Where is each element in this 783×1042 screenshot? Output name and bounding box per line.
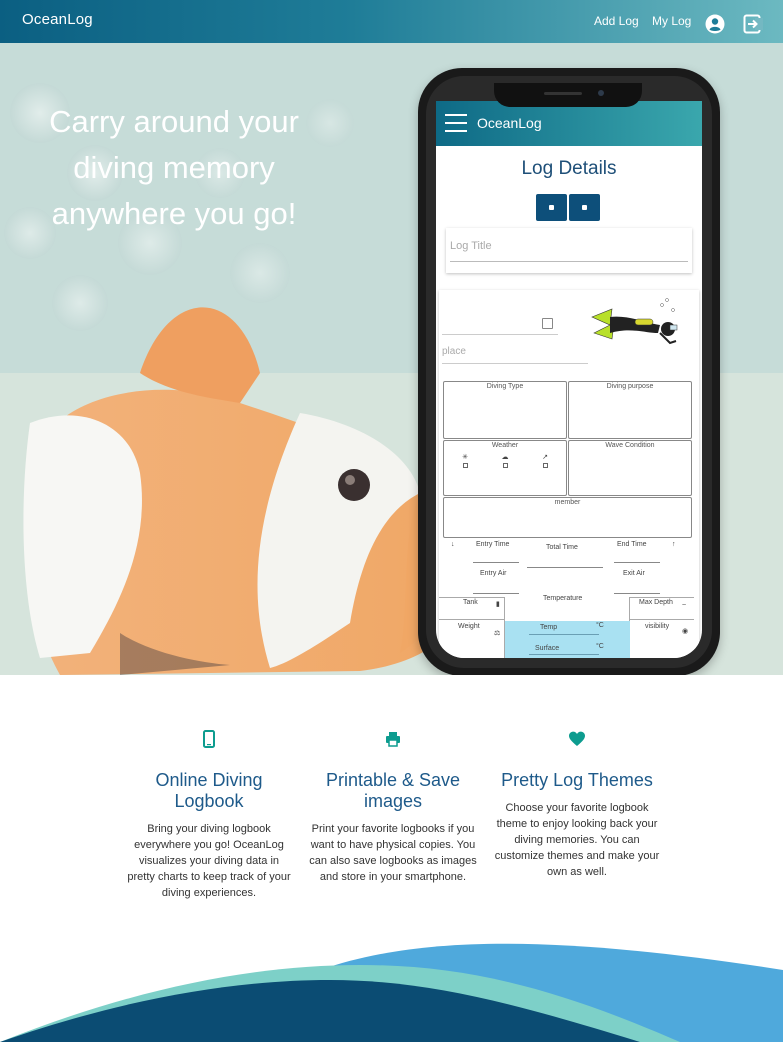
phone-notch	[494, 83, 642, 107]
temp-label: Temp	[540, 624, 558, 631]
brand-logo[interactable]: OceanLog	[22, 11, 93, 28]
arrow-up-icon: ↑	[672, 541, 676, 548]
phone-mockup: OceanLog Log Details Log Title place Div…	[418, 68, 720, 675]
edit-button[interactable]	[536, 194, 567, 221]
app-bar: OceanLog	[436, 101, 702, 146]
total-time-label: Total Time	[546, 544, 578, 551]
phone-speaker	[544, 92, 582, 95]
entry-time-label: Entry Time	[476, 541, 510, 548]
feature-description: Bring your diving logbook everywhere you…	[127, 823, 291, 899]
tank-label: Tank	[463, 599, 478, 606]
feature-title: Printable & Save images	[325, 770, 461, 811]
phone-camera	[598, 90, 604, 96]
log-title-card: Log Title	[446, 228, 692, 273]
rain-checkbox[interactable]: ↗	[541, 453, 549, 468]
hero-title: Carry around your diving memory anywhere…	[14, 99, 334, 237]
user-circle-icon[interactable]	[705, 14, 725, 34]
end-time-input[interactable]	[614, 562, 660, 563]
hero-section: Carry around your diving memory anywhere…	[0, 43, 783, 675]
surface-input[interactable]	[529, 654, 599, 655]
scuba-diver-illustration	[591, 298, 678, 345]
member-box[interactable]: member	[443, 497, 692, 538]
log-title-input[interactable]: Log Title	[450, 240, 688, 262]
pencil-icon	[549, 205, 554, 210]
diving-type-label: Diving Type	[486, 383, 524, 390]
diving-purpose-box[interactable]: Diving purpose	[568, 381, 692, 439]
hamburger-menu-icon[interactable]	[445, 114, 467, 132]
hero-title-line2: diving memory	[73, 150, 275, 185]
weather-label: Weather	[491, 442, 519, 449]
save-button[interactable]	[569, 194, 600, 221]
feature-printable: Printable & Save images Print your favor…	[308, 730, 478, 885]
member-label: member	[554, 499, 581, 506]
place-input[interactable]: place	[442, 346, 588, 364]
calendar-icon[interactable]	[542, 318, 553, 329]
weight-icon: ⚖	[494, 630, 501, 637]
temp-input[interactable]	[529, 634, 599, 635]
date-input[interactable]	[442, 334, 558, 335]
feature-title: Online Diving Logbook	[155, 770, 263, 811]
entry-air-input[interactable]	[473, 593, 519, 594]
arrow-down-icon: ↓	[451, 541, 455, 548]
weight-label: Weight	[458, 623, 480, 630]
heart-icon	[569, 731, 585, 746]
diving-purpose-label: Diving purpose	[606, 383, 654, 390]
my-log-link[interactable]: My Log	[652, 14, 691, 28]
temperature-label: Temperature	[543, 595, 583, 602]
floppy-icon	[582, 205, 587, 210]
phone-screen: OceanLog Log Details Log Title place Div…	[436, 101, 702, 658]
visibility-label: visibility	[645, 623, 670, 630]
log-form-card: place Diving Type Diving purpose Weather…	[439, 290, 699, 658]
cloud-checkbox[interactable]: ☁	[501, 453, 509, 468]
max-depth-label: Max Depth	[639, 599, 673, 606]
add-log-link[interactable]: Add Log	[594, 14, 639, 28]
sign-out-icon[interactable]	[743, 14, 763, 34]
feature-description: Print your favorite logbooks if you want…	[309, 823, 477, 883]
exit-air-label: Exit Air	[623, 570, 645, 577]
navbar: OceanLog Add Log My Log	[0, 0, 783, 43]
sun-checkbox[interactable]: ✳	[461, 453, 469, 468]
hero-title-line1: Carry around your	[49, 104, 299, 139]
temperature-panel: Temp °C Surface °C	[505, 621, 630, 658]
feature-log-themes: Pretty Log Themes Choose your favorite l…	[492, 730, 662, 880]
mobile-icon	[203, 730, 215, 748]
depth-icon: ~	[682, 602, 687, 609]
eye-icon: ◉	[682, 628, 689, 635]
feature-online-logbook: Online Diving Logbook Bring your diving …	[124, 730, 294, 901]
hero-title-line3: anywhere you go!	[51, 196, 297, 231]
wave-condition-box[interactable]: Wave Condition	[568, 440, 692, 496]
printer-icon	[386, 732, 400, 747]
app-title: OceanLog	[477, 115, 542, 131]
end-time-label: End Time	[617, 541, 647, 548]
feature-title: Pretty Log Themes	[501, 770, 653, 790]
surface-label: Surface	[535, 645, 560, 652]
feature-description: Choose your favorite logbook theme to en…	[494, 802, 660, 878]
wave-condition-label: Wave Condition	[605, 442, 655, 449]
log-details-title: Log Details	[521, 158, 617, 179]
exit-air-input[interactable]	[614, 593, 660, 594]
temp-celsius: °C	[596, 622, 604, 629]
weather-box: Weather ✳ ☁ ↗	[443, 440, 567, 496]
surface-celsius: °C	[596, 643, 604, 650]
tank-icon: ▮	[496, 601, 500, 608]
footer-waves	[0, 943, 783, 1042]
entry-air-label: Entry Air	[480, 570, 507, 577]
entry-time-input[interactable]	[473, 562, 519, 563]
diving-type-box[interactable]: Diving Type	[443, 381, 567, 439]
total-time-input[interactable]	[527, 567, 603, 568]
